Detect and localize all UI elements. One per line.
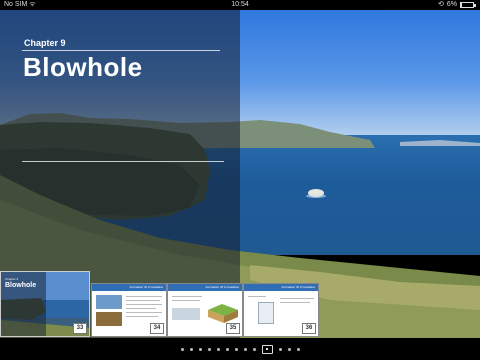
thumbnail-table <box>172 308 200 320</box>
chapter-label: Chapter 9 <box>24 38 66 48</box>
page-dot[interactable] <box>225 347 229 351</box>
clock: 10:54 <box>231 1 249 8</box>
page-number-badge: 35 <box>226 323 240 334</box>
page-dot[interactable] <box>243 347 247 351</box>
page-dot[interactable] <box>296 347 300 351</box>
page-number-badge: 36 <box>302 323 316 334</box>
page-dot[interactable] <box>198 347 202 351</box>
page-dot[interactable] <box>278 347 282 351</box>
status-right: ⟲ 6% <box>438 0 476 10</box>
title-divider-bottom <box>22 161 224 162</box>
page-number-badge: 34 <box>150 323 164 334</box>
page-thumbnail-strip: Chapter 9 Blowhole 33 Formation Of A Coa… <box>0 271 480 337</box>
status-bar: No SIM ᯤ 10:54 ⟲ 6% <box>0 0 480 10</box>
thumbnail-header: Formation Of A Coastline <box>92 284 166 291</box>
lock-rotation-icon: ⟲ <box>438 1 444 8</box>
thumbnail-diagram <box>208 304 238 323</box>
thumbnail-diagram <box>258 302 274 324</box>
chapter-title: Blowhole <box>23 52 143 82</box>
page-dot[interactable] <box>207 347 211 351</box>
thumbnail-chapter-label: Chapter 9 <box>5 277 19 281</box>
page-dot[interactable] <box>252 347 256 351</box>
page-dot[interactable] <box>287 347 291 351</box>
thumbnail-chapter-title: Blowhole <box>5 282 37 289</box>
thumbnail-page-35[interactable]: Formation Of A Coastline 35 <box>167 283 243 337</box>
page-dot[interactable] <box>234 347 238 351</box>
thumbnail-page-34[interactable]: Formation Of A Coastline 34 <box>91 283 167 337</box>
page-dot[interactable] <box>180 347 184 351</box>
page-dot[interactable] <box>189 347 193 351</box>
battery-percent: 6% <box>446 1 457 8</box>
thumbnail-current-page[interactable]: Chapter 9 Blowhole 33 <box>0 271 90 337</box>
thumbnail-header: Formation Of A Coastline <box>168 284 242 291</box>
page-number-badge: 33 <box>73 323 87 334</box>
thumbnail-image <box>96 295 122 309</box>
thumbnail-image <box>96 312 122 326</box>
thumbnail-page-36[interactable]: Formation Of A Coastline 36 <box>243 283 319 337</box>
title-divider-top <box>22 50 220 51</box>
page-dot[interactable] <box>216 347 220 351</box>
thumbnail-header: Formation Of A Coastline <box>244 284 318 291</box>
page-indicator[interactable] <box>0 338 480 360</box>
page-dot-active[interactable] <box>261 344 273 354</box>
battery-icon <box>460 2 476 8</box>
